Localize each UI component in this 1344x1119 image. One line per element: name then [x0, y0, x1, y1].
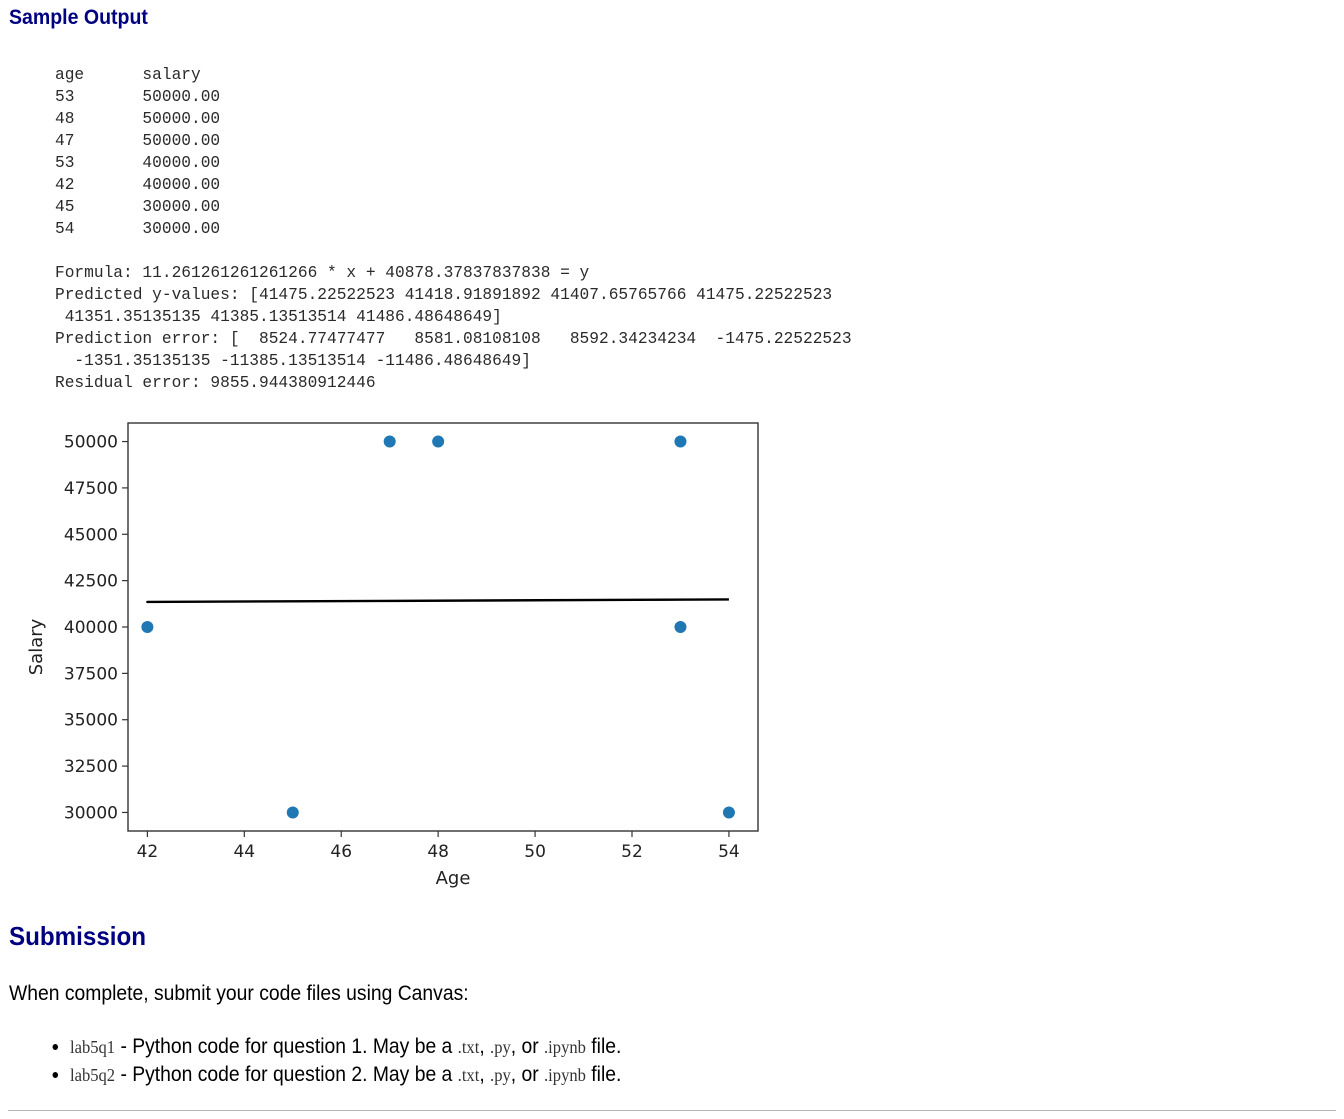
- output-line: 48 50000.00: [55, 110, 221, 128]
- x-tick-label: 44: [233, 842, 255, 862]
- item-separator: ,: [479, 1063, 491, 1086]
- item-separator: , or: [510, 1063, 545, 1086]
- x-tick-label: 52: [621, 842, 643, 862]
- item-tail: file.: [585, 1035, 622, 1058]
- data-point: [432, 435, 445, 448]
- data-point: [286, 806, 299, 819]
- x-tick-label: 42: [137, 842, 159, 862]
- data-point: [674, 435, 687, 448]
- bottom-divider: [8, 1110, 1336, 1111]
- sample-output-heading: Sample Output: [9, 6, 148, 29]
- y-tick-label: 40000: [64, 618, 118, 638]
- file-extension: .py: [490, 1037, 511, 1057]
- output-line: 42 40000.00: [55, 176, 221, 194]
- file-name: lab5q2: [70, 1065, 116, 1085]
- x-tick-label: 46: [330, 842, 352, 862]
- y-tick-label: 50000: [64, 433, 118, 453]
- output-line: 54 30000.00: [55, 220, 221, 238]
- residual-error-line: Residual error: 9855.944380912446: [55, 374, 376, 392]
- y-tick-label: 42500: [64, 572, 118, 592]
- x-tick-label: 50: [524, 842, 546, 862]
- file-name: lab5q1: [70, 1037, 116, 1057]
- list-item: lab5q1 - Python code for question 1. May…: [70, 1033, 621, 1061]
- y-tick-label: 45000: [64, 525, 118, 545]
- output-line: 53 40000.00: [55, 154, 221, 172]
- y-tick-label: 30000: [64, 803, 118, 823]
- file-extension: .py: [490, 1065, 511, 1085]
- scatter-plot-svg: 30000 32500 35000 37500 40000 42500 45000 47500…: [26, 422, 759, 889]
- submission-intro: When complete, submit your code files us…: [9, 982, 469, 1005]
- y-tick-label: 35000: [64, 711, 118, 731]
- item-separator: ,: [479, 1035, 491, 1058]
- regression-line: [146, 598, 729, 604]
- item-separator: , or: [510, 1035, 545, 1058]
- prediction-error-line: Prediction error: [ 8524.77477477 8581.0…: [55, 330, 852, 348]
- output-line: 53 50000.00: [55, 88, 221, 106]
- x-tick-label: 48: [427, 842, 449, 862]
- data-point: [722, 806, 735, 819]
- list-item: lab5q2 - Python code for question 2. May…: [70, 1061, 621, 1089]
- item-text: - Python code for question 1. May be a: [115, 1035, 458, 1058]
- predicted-values-line: Predicted y-values: [41475.22522523 4141…: [55, 286, 833, 304]
- submission-heading: Submission: [9, 921, 147, 951]
- y-axis-label: Salary: [26, 618, 47, 675]
- file-extension: .ipynb: [544, 1065, 586, 1085]
- data-point: [674, 621, 687, 633]
- file-extension: .txt: [457, 1065, 480, 1085]
- x-axis-label: Age: [436, 868, 471, 889]
- y-tick-label: 32500: [64, 757, 118, 777]
- file-extension: .ipynb: [544, 1037, 586, 1057]
- plot-frame: [127, 422, 759, 832]
- console-output: age salary 53 50000.00 48 50000.00 47 50000…: [55, 64, 852, 394]
- formula-line: Formula: 11.261261261261266 * x + 40878.…: [55, 264, 590, 282]
- scatter-plot: 30000 32500 35000 37500 40000 42500 45000 47500…: [20, 415, 780, 900]
- item-tail: file.: [585, 1063, 622, 1086]
- data-point: [383, 435, 396, 448]
- submission-file-list: lab5q1 - Python code for question 1. May…: [40, 1033, 669, 1089]
- output-line: 45 30000.00: [55, 198, 221, 216]
- y-tick-label: 37500: [64, 664, 118, 684]
- item-text: - Python code for question 2. May be a: [115, 1063, 458, 1086]
- prediction-error-line: -1351.35135135 -11385.13513514 -11486.48…: [55, 352, 531, 370]
- x-tick-label: 54: [718, 842, 740, 862]
- data-point: [141, 621, 154, 633]
- predicted-values-line: 41351.35135135 41385.13513514 41486.4864…: [55, 308, 502, 326]
- output-line: 47 50000.00: [55, 132, 221, 150]
- output-line: age salary: [55, 66, 201, 84]
- file-extension: .txt: [457, 1037, 480, 1057]
- y-tick-label: 47500: [64, 479, 118, 499]
